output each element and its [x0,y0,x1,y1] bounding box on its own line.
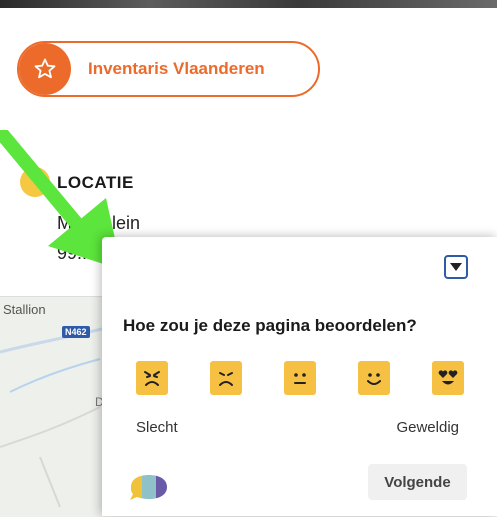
next-button[interactable]: Volgende [368,464,467,500]
map-place-label: Stallion [3,302,46,317]
collapse-button[interactable] [444,255,468,279]
inventaris-tag-button[interactable]: Inventaris Vlaanderen [17,41,320,97]
chevron-down-icon [450,263,462,271]
header-photo-strip [0,0,497,8]
heart-eyes-face-icon[interactable] [432,361,464,395]
feedback-question: Hoe zou je deze pagina beoordelen? [123,316,417,335]
chat-bubble-logo-icon [130,475,167,500]
neutral-face-icon[interactable] [284,361,316,395]
tag-label: Inventaris Vlaanderen [88,59,265,78]
road-number-badge: N462 [62,326,90,338]
scale-high-label: Geweldig [396,419,459,436]
scale-low-label: Slecht [136,419,178,436]
sad-face-icon[interactable] [210,361,242,395]
very-angry-face-icon[interactable] [136,361,168,395]
smile-face-icon[interactable] [358,361,390,395]
rating-options [136,361,466,395]
star-icon [19,43,71,95]
feedback-popup: Hoe zou je deze pagina beoordelen? Slech… [102,237,497,516]
